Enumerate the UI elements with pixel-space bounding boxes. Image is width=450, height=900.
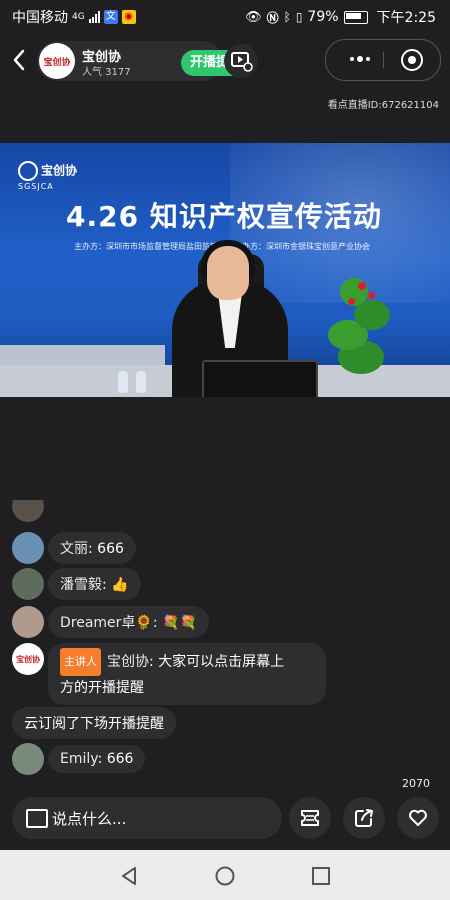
- water-bottle: [118, 371, 128, 393]
- colon: :: [149, 654, 159, 670]
- chat-message-host: 宝创协 主讲人 宝创协: 大家可以点击屏幕上 方的开播提醒: [12, 643, 326, 705]
- colon: :: [97, 751, 107, 767]
- chat-message: 潘雪毅: 👍: [12, 568, 141, 600]
- coupon-icon: [301, 810, 319, 826]
- battery-icon: [343, 10, 368, 24]
- app-notification-icon: 文: [103, 10, 118, 24]
- room-id: 看点直播ID:672621104: [327, 100, 439, 111]
- video-logo-sub: SGSJCA: [18, 182, 54, 191]
- laptop: [202, 360, 318, 397]
- colon: :: [152, 615, 163, 631]
- colon: :: [102, 577, 112, 593]
- chat-text: 666: [97, 541, 124, 557]
- chat-bubble: 文丽: 666: [48, 532, 136, 564]
- host-chat-avatar[interactable]: 宝创协: [12, 643, 44, 675]
- colon: :: [88, 541, 98, 557]
- chat-nickname: Emily: [60, 751, 98, 767]
- status-bar: 中国移动 4G 文 ◉ 👁 Ⓝ ᛒ ▯ 79% 下午2:25: [0, 0, 450, 32]
- bamboo-plant: [318, 270, 398, 397]
- screen-record-icon[interactable]: [224, 44, 258, 78]
- nav-recents-icon[interactable]: [310, 865, 332, 887]
- chat-nickname: 宝创协: [107, 654, 149, 670]
- chat-bubble: 潘雪毅: 👍: [48, 568, 141, 600]
- chat-message: Dreamer卓🌻: 💐💐: [12, 606, 209, 638]
- video-banner-title: 4.26 知识产权宣传活动: [66, 200, 382, 233]
- avatar[interactable]: [12, 606, 44, 638]
- eye-icon: 👁: [245, 9, 262, 25]
- mini-program-capsule: [325, 39, 441, 81]
- avatar[interactable]: [12, 532, 44, 564]
- chat-text: 666: [106, 751, 134, 767]
- video-logo: 宝创协 SGSJCA: [18, 161, 77, 191]
- app-notification-icon-2: ◉: [121, 10, 136, 24]
- notice-bubble: 云订阅了下场开播提醒: [12, 707, 176, 739]
- share-icon: [355, 809, 373, 827]
- like-button[interactable]: [397, 797, 439, 839]
- comment-placeholder: 说点什么...: [52, 810, 127, 828]
- back-icon[interactable]: [10, 48, 30, 72]
- close-mini-program-icon[interactable]: [401, 49, 423, 71]
- chat-nickname: Dreamer卓🌻: [60, 615, 153, 631]
- avatar[interactable]: [12, 743, 44, 775]
- comment-input[interactable]: 说点什么...: [12, 797, 282, 839]
- signal-icon: [88, 11, 100, 23]
- chat-bubble: Dreamer卓🌻: 💐💐: [48, 606, 209, 638]
- nfc-icon: Ⓝ: [266, 10, 279, 25]
- live-header: 宝创协 宝创协 人气 3177 开播提醒: [0, 36, 450, 86]
- battery-percent: 79%: [307, 9, 339, 25]
- chat-nickname: 文丽: [60, 541, 88, 557]
- live-video[interactable]: 宝创协 SGSJCA 4.26 知识产权宣传活动 主办方：深圳市市场监督管理局盐…: [0, 143, 450, 397]
- bluetooth-icon: ᛒ: [283, 10, 291, 24]
- host-info[interactable]: 宝创协 宝创协 人气 3177 开播提醒: [37, 41, 251, 81]
- chat-message-faded: [12, 500, 44, 522]
- chat-nickname: 潘雪毅: [60, 577, 102, 593]
- chat-text: 方的开播提醒: [60, 680, 144, 696]
- chat-bubble: Emily: 666: [48, 745, 146, 773]
- flower-emoji: 💐💐: [162, 615, 197, 631]
- network-label: 4G: [72, 12, 85, 22]
- host-chat-avatar-text: 宝创协: [16, 654, 40, 664]
- logo-swirl-icon: [18, 161, 38, 181]
- water-bottle: [136, 371, 146, 393]
- avatar: [12, 500, 44, 522]
- speaker-face: [207, 246, 249, 300]
- nav-back-icon[interactable]: [118, 865, 140, 887]
- coupon-button[interactable]: [289, 797, 331, 839]
- clock: 下午2:25: [376, 10, 436, 26]
- popularity-count: 人气 3177: [82, 67, 131, 78]
- chat-message: 文丽: 666: [12, 532, 136, 564]
- heart-icon: [409, 809, 427, 826]
- share-button[interactable]: [343, 797, 385, 839]
- subscribe-notice: 云订阅了下场开播提醒: [12, 707, 176, 739]
- host-avatar[interactable]: 宝创协: [39, 43, 75, 79]
- chat-bubble: 主讲人 宝创协: 大家可以点击屏幕上 方的开播提醒: [48, 643, 326, 705]
- carrier-label: 中国移动: [12, 10, 68, 26]
- capsule-divider: [383, 52, 384, 68]
- avatar[interactable]: [12, 568, 44, 600]
- host-tag-badge: 主讲人: [60, 648, 101, 676]
- more-options-icon[interactable]: [340, 48, 380, 70]
- system-nav-bar: [0, 850, 450, 900]
- chat-message: Emily: 666: [12, 743, 146, 775]
- comment-icon: [26, 809, 48, 828]
- chat-text: 大家可以点击屏幕上: [158, 654, 285, 670]
- vibrate-icon: ▯: [295, 10, 303, 24]
- nav-home-icon[interactable]: [214, 865, 236, 887]
- video-logo-text: 宝创协: [41, 163, 78, 178]
- like-count: 2070: [402, 777, 430, 790]
- bottom-bar: 说点什么...: [0, 797, 450, 847]
- thumbs-up-emoji: 👍: [111, 577, 129, 593]
- host-avatar-text: 宝创协: [43, 57, 71, 68]
